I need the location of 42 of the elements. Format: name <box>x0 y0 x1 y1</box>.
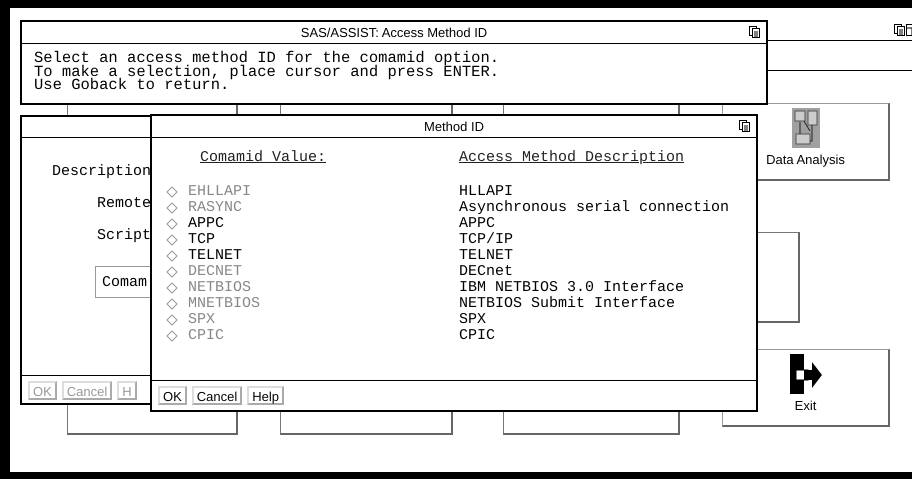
description-text: CPIC <box>459 328 496 344</box>
instruction-text: Select an access method ID for the comamid option. <box>34 52 500 66</box>
description-text: HLLAPI <box>459 184 514 200</box>
description-text: TCP/IP <box>459 232 514 248</box>
description-text: DECnet <box>459 264 514 280</box>
instruction-text: To make a selection, place cursor and press ENTER. <box>34 66 500 79</box>
radio-diamond-icon <box>166 218 178 230</box>
radio-diamond-icon <box>166 282 178 294</box>
description-text: APPC <box>459 216 496 232</box>
radio-diamond-icon <box>166 298 178 310</box>
comamid-button[interactable]: Comam <box>95 266 151 298</box>
field-label: Remote <box>96 196 151 212</box>
column-header: Comamid Value: <box>200 150 326 166</box>
description-text: IBM NETBIOS 3.0 Interface <box>459 280 684 296</box>
description-text: TELNET <box>459 248 514 264</box>
dialog-button[interactable]: Cancel <box>192 386 242 405</box>
instruction-text: Use Goback to return. <box>34 79 230 92</box>
description-text: NETBIOS Submit Interface <box>459 296 676 312</box>
exit-icon <box>790 354 822 394</box>
column-header: Access Method Description <box>459 150 684 166</box>
radio-option[interactable]: TCP <box>166 232 216 248</box>
field-label: Description <box>52 164 151 180</box>
statistics-icon <box>792 108 820 148</box>
window-title: SAS/ASSIST: Access Method ID <box>300 25 488 40</box>
radio-diamond-icon <box>166 314 178 326</box>
radio-diamond-icon <box>166 202 178 214</box>
radio-diamond-icon <box>166 250 178 262</box>
radio-diamond-icon <box>166 186 178 198</box>
radio-diamond-icon <box>166 330 178 342</box>
description-text: SPX <box>459 312 486 328</box>
radio-option[interactable]: APPC <box>166 216 224 232</box>
window-title: Method ID <box>424 119 484 134</box>
window-icon <box>894 24 905 36</box>
window-icon <box>739 120 750 132</box>
radio-option[interactable]: TELNET <box>166 248 242 264</box>
dialog-button[interactable]: OK <box>158 386 187 405</box>
window-icon <box>749 26 760 38</box>
dialog-button[interactable]: Help <box>247 386 284 405</box>
field-label: Script <box>96 228 151 244</box>
radio-diamond-icon <box>166 234 178 246</box>
description-text: Asynchronous serial connection <box>459 200 730 216</box>
radio-diamond-icon <box>166 266 178 278</box>
